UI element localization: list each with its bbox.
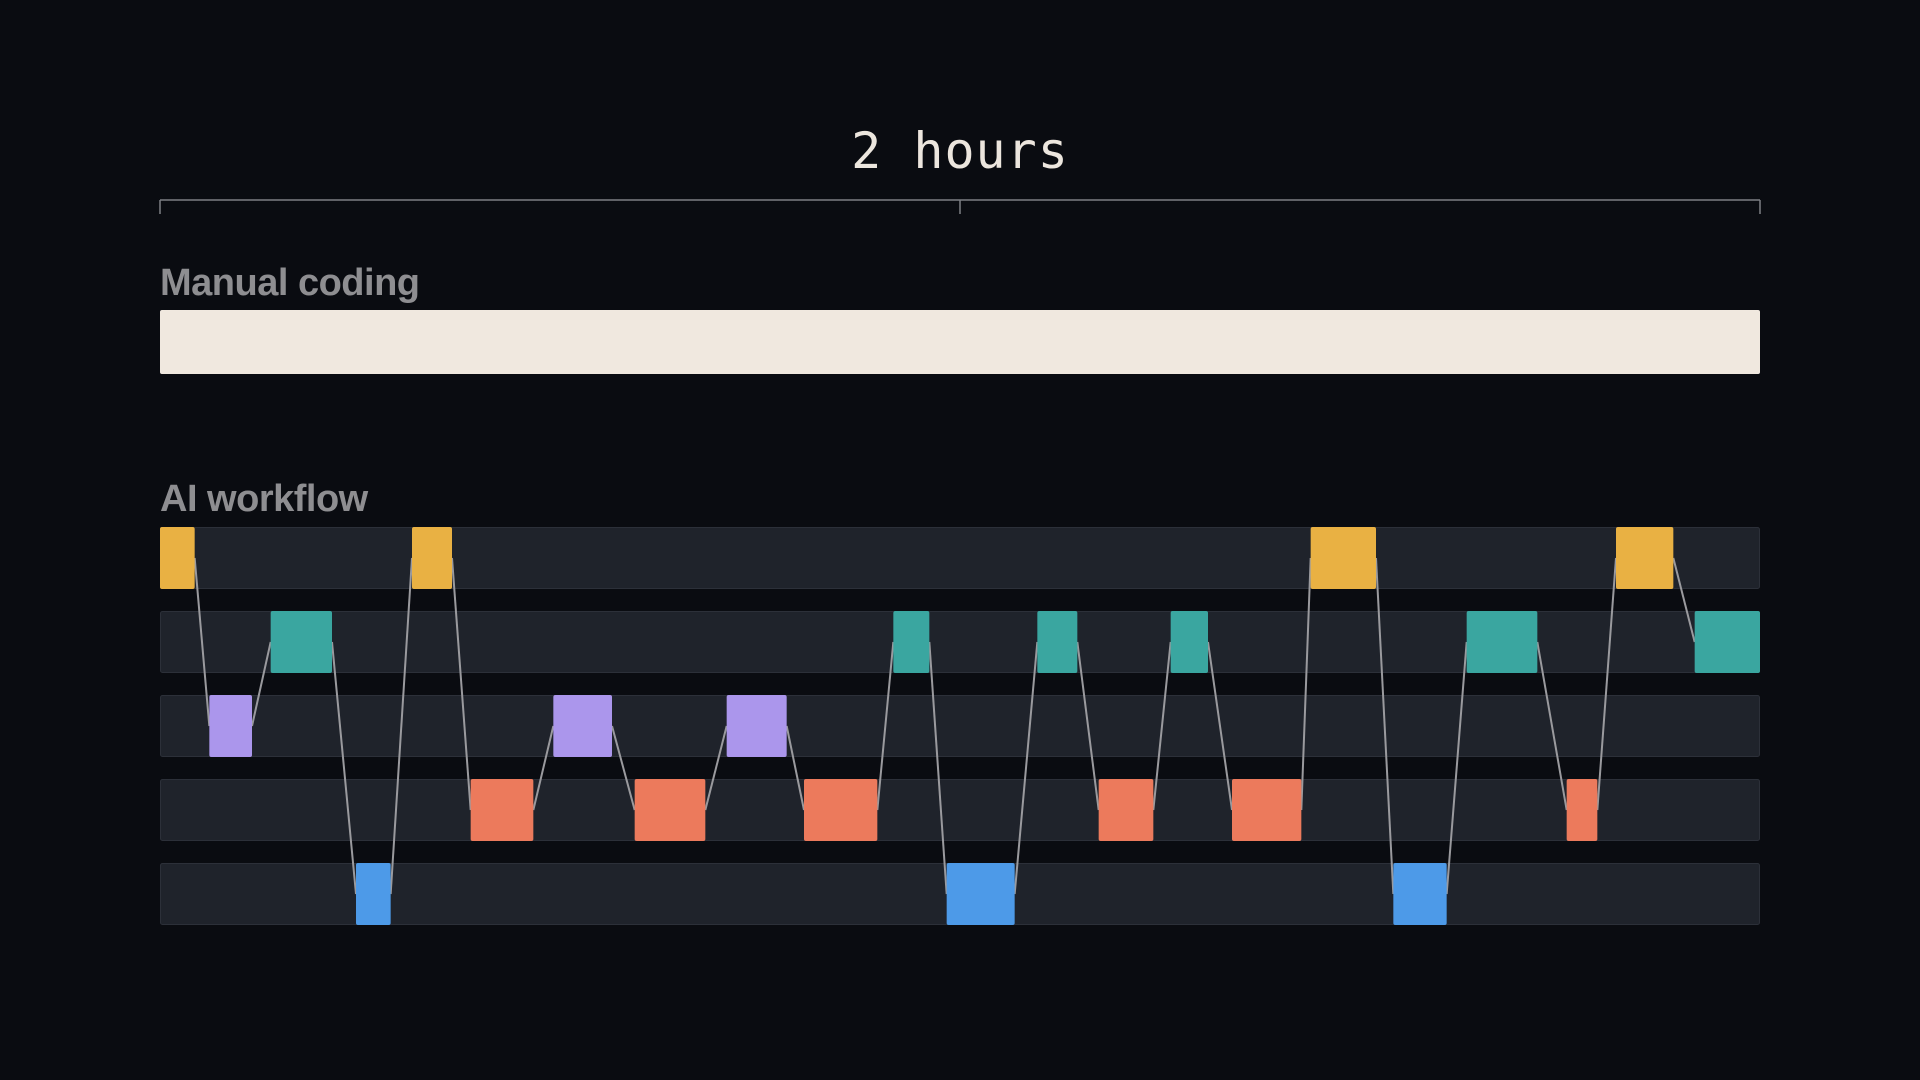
ai-lane-3 bbox=[160, 779, 1760, 841]
ai-task-block bbox=[1566, 779, 1598, 841]
ai-lane-0 bbox=[160, 527, 1760, 589]
connector-line bbox=[451, 557, 472, 811]
ai-task-block bbox=[160, 527, 195, 589]
connector-line bbox=[331, 641, 357, 895]
connector-line bbox=[1445, 641, 1468, 895]
ai-task-block bbox=[1170, 611, 1208, 673]
ai-task-block bbox=[1232, 779, 1302, 841]
ai-task-block bbox=[1466, 611, 1538, 673]
connector-line bbox=[1596, 557, 1617, 811]
ai-task-block bbox=[946, 863, 1015, 925]
ai-task-block bbox=[1310, 527, 1376, 589]
ai-task-block bbox=[1037, 611, 1078, 673]
connector-line bbox=[1300, 557, 1312, 811]
ai-task-block bbox=[1694, 611, 1760, 673]
ai-task-block bbox=[804, 779, 878, 841]
ai-task-block bbox=[726, 695, 787, 757]
connector-line bbox=[1013, 641, 1039, 895]
ai-task-block bbox=[470, 779, 534, 841]
ai-task-block bbox=[893, 611, 930, 673]
ai-task-block bbox=[634, 779, 706, 841]
ai-task-block bbox=[356, 863, 391, 925]
connector-line bbox=[928, 641, 948, 895]
ai-task-block bbox=[412, 527, 452, 589]
ai-task-block bbox=[1098, 779, 1154, 841]
ai-task-block bbox=[1616, 527, 1674, 589]
ai-task-block bbox=[1393, 863, 1447, 925]
workflow-comparison-diagram: 2 hours Manual coding AI workflow bbox=[0, 0, 1920, 1080]
ai-task-block bbox=[553, 695, 612, 757]
timeline-svg bbox=[159, 199, 1761, 925]
ai-task-block bbox=[209, 695, 252, 757]
ai-task-block bbox=[270, 611, 332, 673]
